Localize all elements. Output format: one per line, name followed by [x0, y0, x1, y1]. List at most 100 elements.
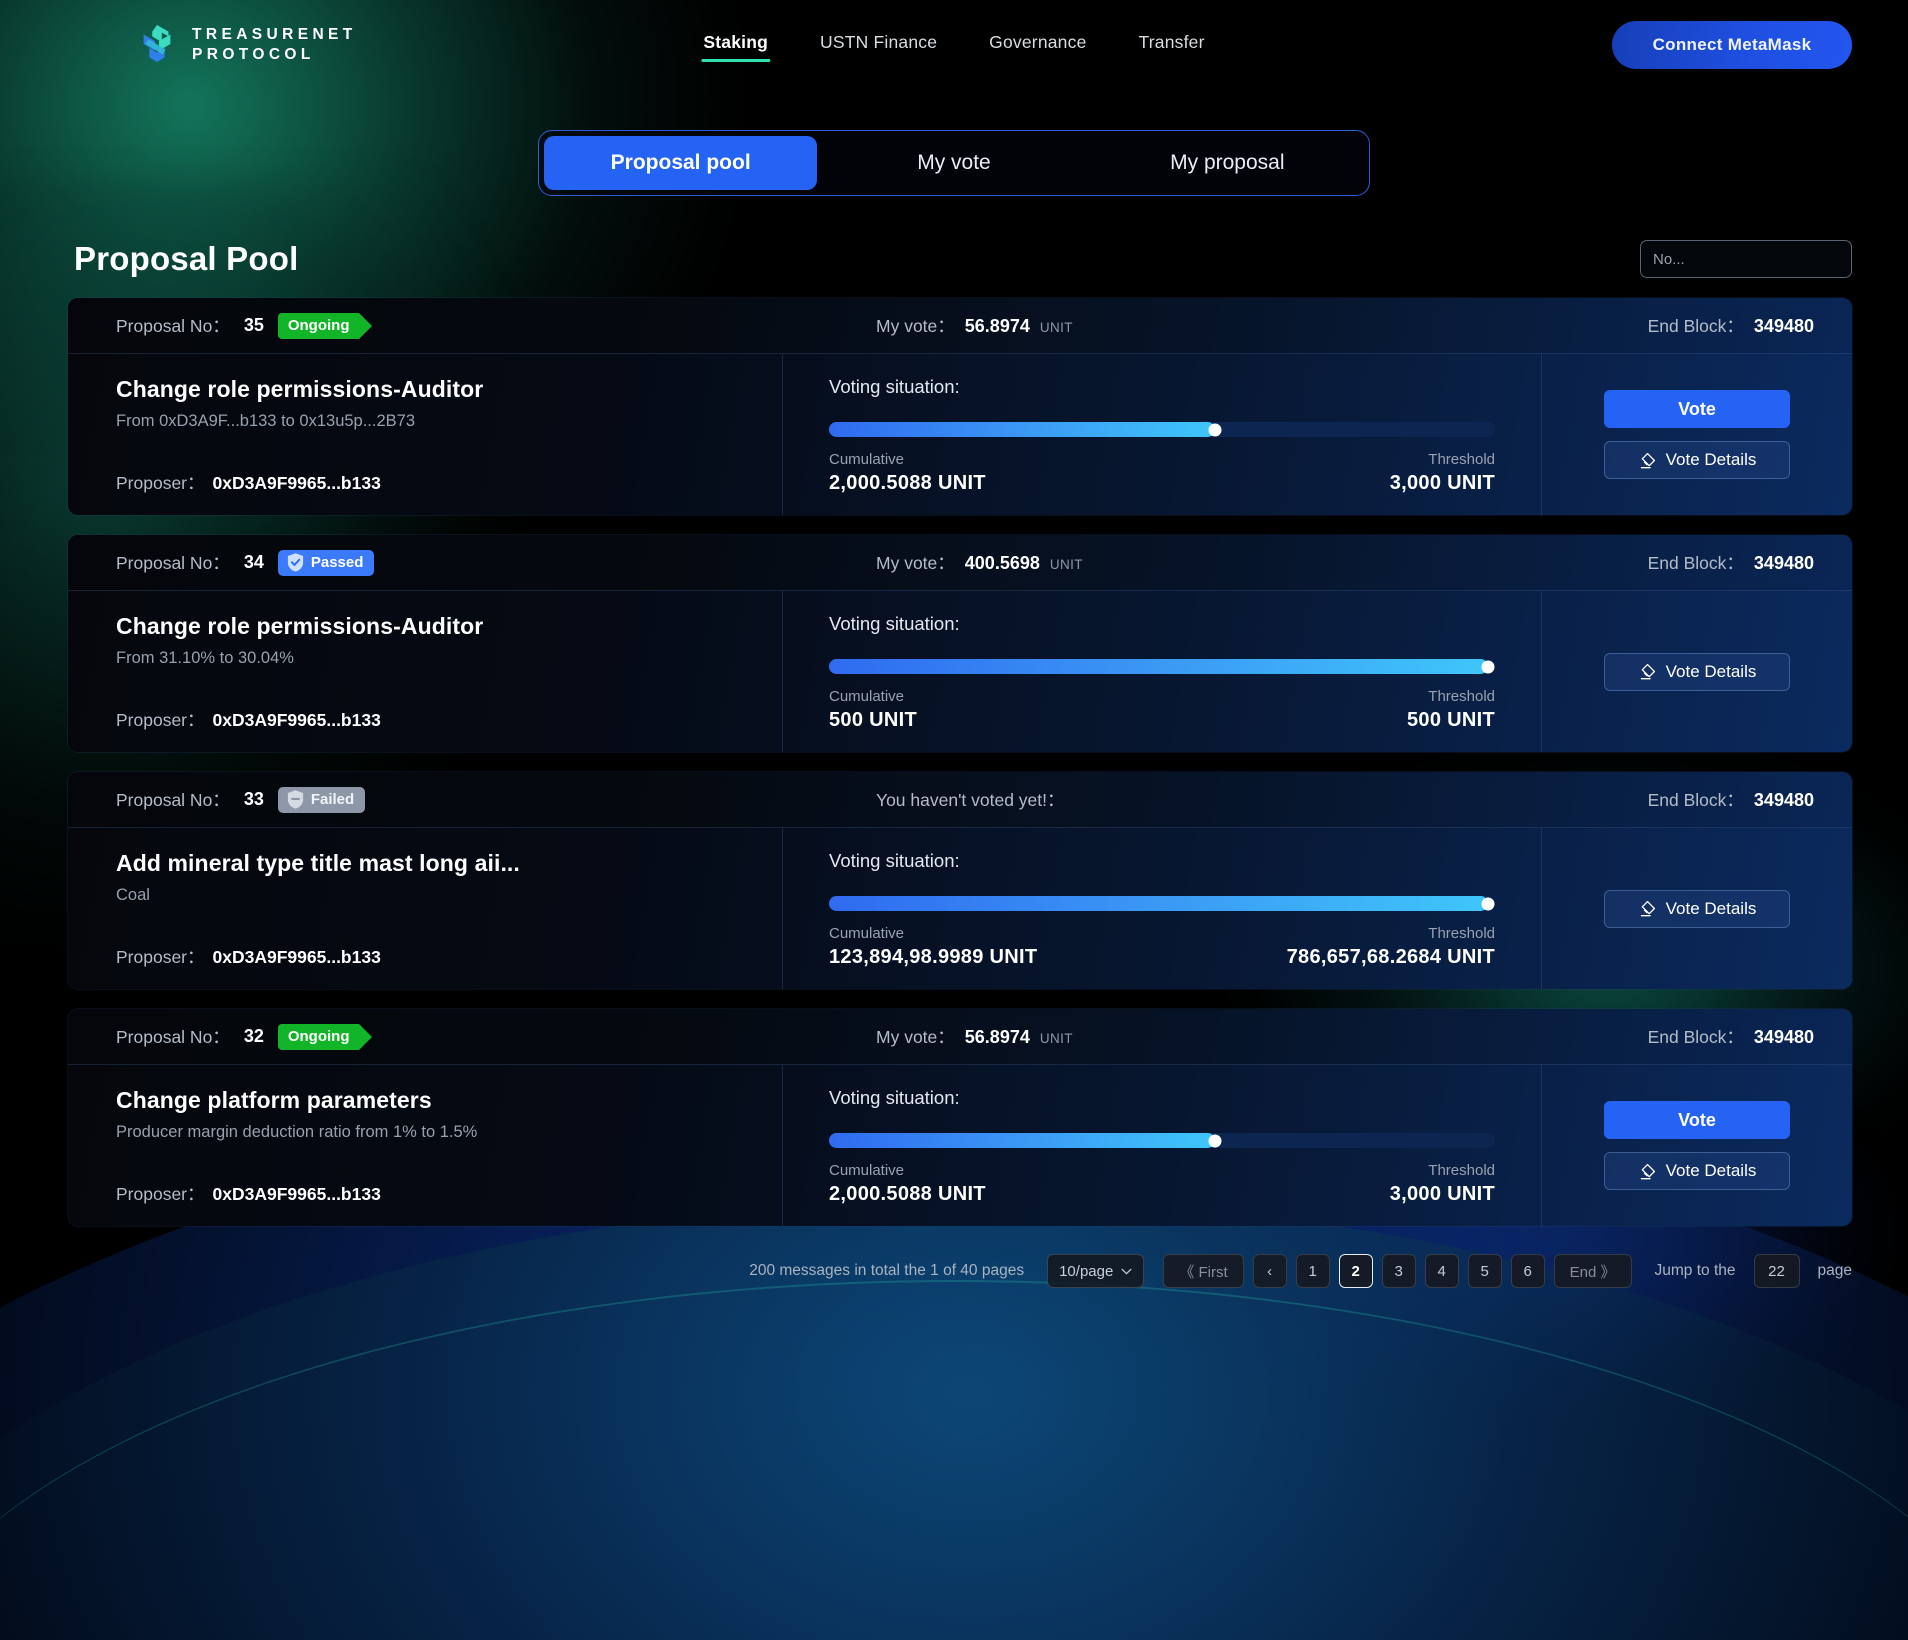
my-vote-unit: UNIT	[1049, 557, 1083, 572]
page-size-label: 10/page	[1059, 1262, 1114, 1280]
proposal-subtitle: From 0xD3A9F...b133 to 0x13u5p...2B73	[116, 412, 416, 430]
end-block-value: 349480	[1753, 316, 1814, 336]
proposal-no-value: 35	[243, 315, 264, 335]
proposal-no-value: 34	[243, 552, 264, 572]
search-input[interactable]	[1653, 250, 1852, 268]
search-box[interactable]	[1640, 240, 1852, 278]
proposal-card-header: Proposal No： 32 Ongoing My vote： 56.8974…	[68, 1009, 1852, 1065]
nav-item-governance[interactable]: Governance	[987, 28, 1088, 62]
vote-details-icon	[1640, 900, 1655, 917]
vote-progress-knob	[1208, 423, 1222, 436]
nav-item-transfer[interactable]: Transfer	[1137, 28, 1207, 62]
vote-details-icon	[1640, 1163, 1655, 1179]
proposal-card[interactable]: Proposal No： 35 Ongoing My vote： 56.8974…	[68, 298, 1852, 515]
vote-progress-fill	[829, 896, 1489, 911]
cumulative-value: 123,894,98.9989 UNIT	[829, 946, 1038, 968]
pagination-end-button[interactable]: End 》	[1553, 1254, 1632, 1288]
page-size-select[interactable]: 10/page	[1047, 1254, 1145, 1288]
pagination-page-5[interactable]: 5	[1467, 1254, 1502, 1288]
proposal-title: Change platform parameters	[116, 1087, 432, 1113]
tab-proposal-pool[interactable]: Proposal pool	[544, 136, 818, 190]
vote-details-button[interactable]: Vote Details	[1604, 441, 1790, 479]
threshold-label: Threshold	[1428, 451, 1495, 468]
proposer-row: Proposer： 0xD3A9F9965...b133	[116, 1181, 742, 1206]
main-nav: Staking USTN Finance Governance Transfer	[701, 28, 1206, 62]
vote-details-button[interactable]: Vote Details	[1604, 1152, 1790, 1190]
pagination-page-4[interactable]: 4	[1424, 1254, 1459, 1288]
end-block-label: End Block：	[1647, 790, 1744, 810]
vote-details-icon	[1640, 663, 1655, 680]
tab-my-proposal[interactable]: My proposal	[1091, 136, 1364, 190]
proposal-card[interactable]: Proposal No： 33 Failed You haven't voted…	[68, 772, 1852, 989]
my-vote-label: My vote：	[876, 553, 955, 573]
pagination-page-2[interactable]: 2	[1338, 1254, 1373, 1288]
proposal-title: Change role permissions-Auditor	[116, 613, 484, 639]
cumulative-value: 500 UNIT	[829, 709, 917, 731]
proposer-address: 0xD3A9F9965...b133	[212, 473, 381, 493]
proposer-label: Proposer：	[116, 710, 205, 730]
proposal-subtitle: Producer margin deduction ratio from 1% …	[116, 1123, 478, 1141]
proposal-no-label: Proposal No：	[116, 790, 230, 810]
proposal-subtitle: Coal	[116, 886, 150, 904]
my-vote-value: 400.5698	[964, 553, 1040, 573]
connect-metamask-button[interactable]: Connect MetaMask	[1612, 21, 1852, 69]
end-block-value: 349480	[1753, 790, 1814, 810]
proposal-card[interactable]: Proposal No： 34 Passed My vote： 400.5698…	[68, 535, 1852, 752]
vote-details-label: Vote Details	[1665, 450, 1757, 469]
cumulative-label: Cumulative	[829, 925, 905, 942]
vote-progress-knob	[1481, 897, 1495, 910]
proposal-card-header: Proposal No： 33 Failed You haven't voted…	[68, 772, 1852, 828]
proposer-address: 0xD3A9F9965...b133	[212, 947, 381, 967]
status-badge-label: Passed	[310, 554, 364, 571]
voting-situation-label: Voting situation:	[829, 1087, 960, 1108]
pagination-page-6[interactable]: 6	[1510, 1254, 1545, 1288]
cumulative-block: Cumulative 500 UNIT	[829, 688, 917, 732]
cumulative-value: 2,000.5088 UNIT	[829, 472, 986, 494]
tab-my-vote[interactable]: My vote	[817, 136, 1090, 190]
brand-line-1: TREASURENET	[192, 26, 357, 44]
cumulative-label: Cumulative	[829, 451, 905, 468]
vote-progress-fill	[829, 422, 1216, 437]
jump-to-label: Jump to the	[1654, 1262, 1736, 1279]
vote-progress-bar	[829, 896, 1495, 911]
nav-item-ustn-finance[interactable]: USTN Finance	[818, 28, 939, 62]
brand-logo[interactable]: TREASURENET PROTOCOL	[136, 23, 357, 67]
my-vote-value: 56.8974	[964, 1027, 1030, 1047]
proposer-label: Proposer：	[116, 1184, 205, 1204]
vote-details-button[interactable]: Vote Details	[1604, 652, 1790, 691]
vote-progress-bar	[829, 422, 1495, 437]
pagination-first-button[interactable]: 《 First	[1163, 1254, 1244, 1288]
end-block-label: End Block：	[1647, 553, 1744, 573]
voting-situation-label: Voting situation:	[829, 376, 960, 397]
vote-details-button[interactable]: Vote Details	[1604, 889, 1790, 928]
vote-button[interactable]: Vote	[1604, 1101, 1790, 1139]
status-badge-label: Ongoing	[287, 317, 350, 334]
proposer-address: 0xD3A9F9965...b133	[212, 710, 381, 730]
jump-to-input[interactable]	[1753, 1254, 1800, 1288]
threshold-block: Threshold 3,000 UNIT	[1390, 1162, 1495, 1206]
cumulative-block: Cumulative 2,000.5088 UNIT	[829, 451, 986, 495]
proposal-subtitle: From 31.10% to 30.04%	[116, 649, 294, 667]
pagination: 200 messages in total the 1 of 40 pages …	[0, 1254, 1852, 1288]
vote-button[interactable]: Vote	[1604, 390, 1790, 428]
vote-progress-bar	[829, 659, 1495, 674]
nav-item-staking[interactable]: Staking	[701, 28, 770, 62]
cumulative-label: Cumulative	[829, 688, 905, 705]
brand-line-2: PROTOCOL	[192, 45, 315, 63]
threshold-block: Threshold 500 UNIT	[1407, 688, 1495, 732]
vote-details-label: Vote Details	[1665, 1161, 1757, 1180]
pagination-prev-button[interactable]: ‹	[1252, 1254, 1287, 1288]
cumulative-value: 2,000.5088 UNIT	[829, 1183, 986, 1205]
end-block-value: 349480	[1753, 1027, 1814, 1047]
threshold-block: Threshold 3,000 UNIT	[1390, 451, 1495, 495]
page-title-row: Proposal Pool	[74, 240, 1852, 278]
pagination-page-3[interactable]: 3	[1381, 1254, 1416, 1288]
threshold-value: 500 UNIT	[1407, 709, 1495, 731]
vote-details-label: Vote Details	[1665, 661, 1757, 681]
end-block-label: End Block：	[1647, 1027, 1744, 1047]
proposal-card-header: Proposal No： 35 Ongoing My vote： 56.8974…	[68, 298, 1852, 354]
status-badge-label: Ongoing	[287, 1028, 350, 1045]
proposal-card-body: Change role permissions-Auditor From 0xD…	[68, 354, 1852, 515]
proposal-card[interactable]: Proposal No： 32 Ongoing My vote： 56.8974…	[68, 1009, 1852, 1226]
pagination-page-1[interactable]: 1	[1295, 1254, 1330, 1288]
